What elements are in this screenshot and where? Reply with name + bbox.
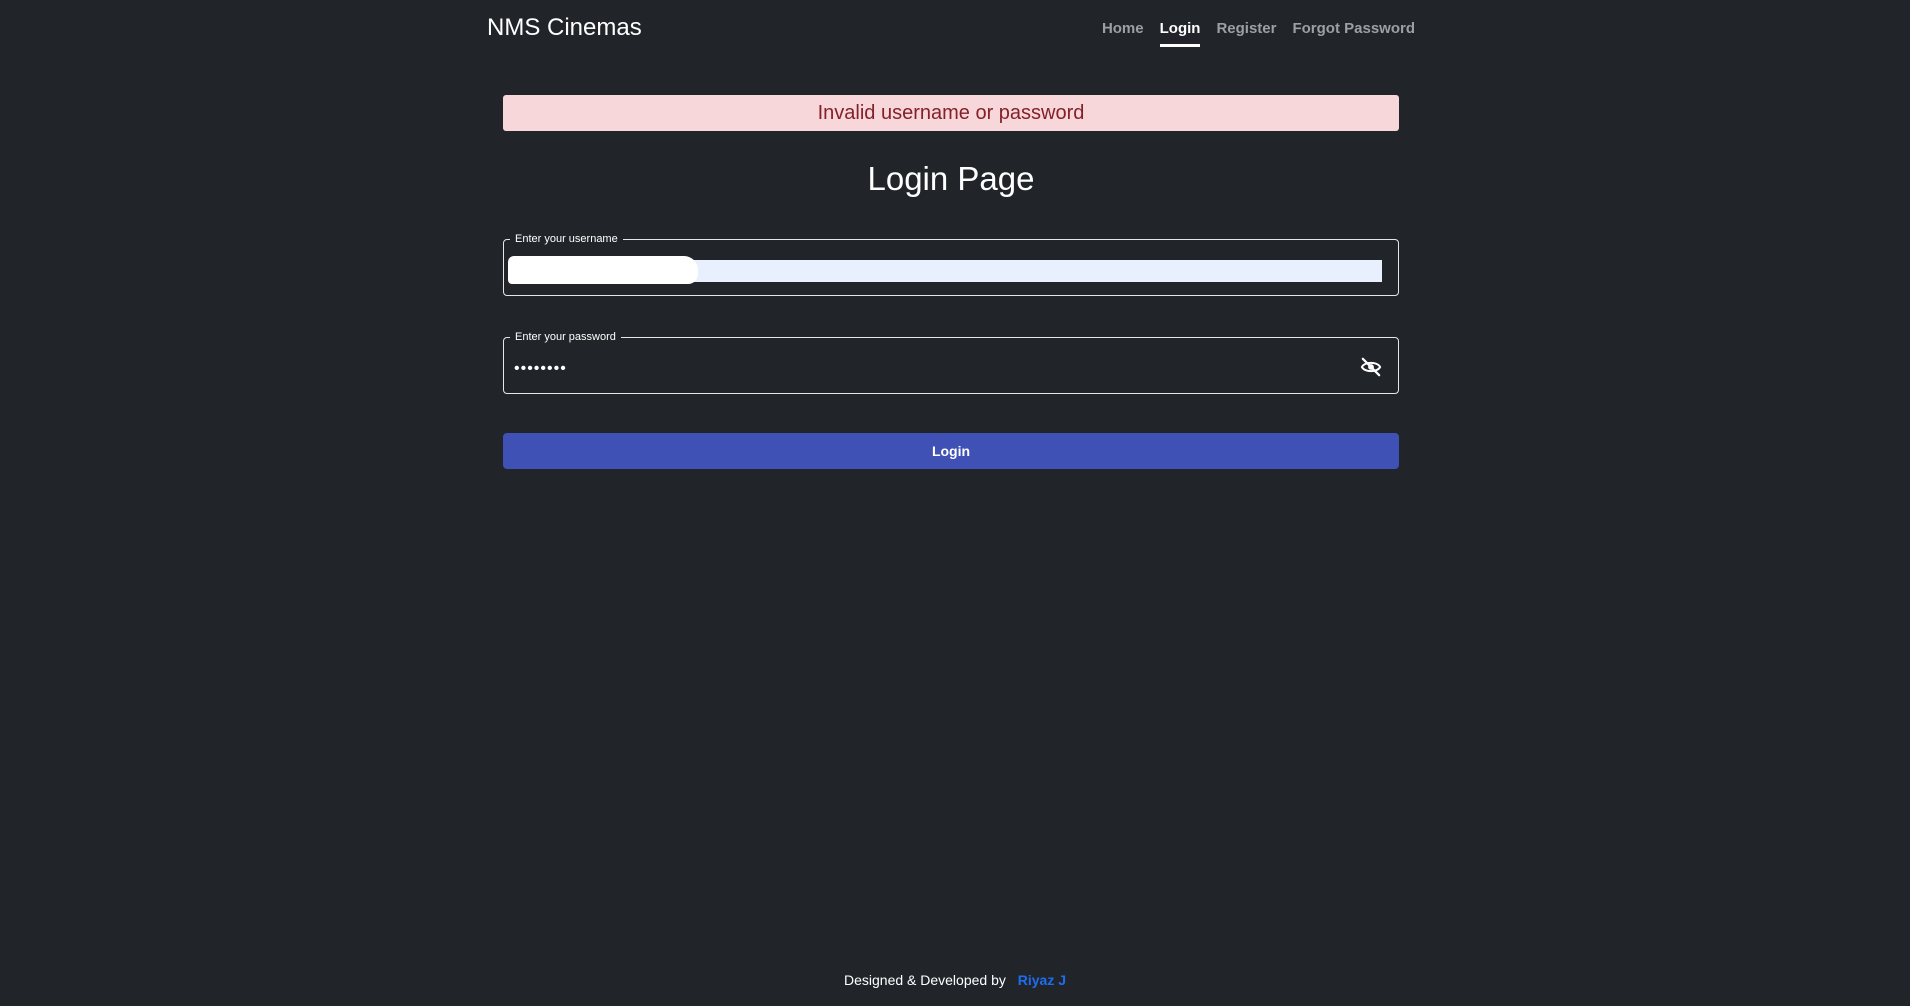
username-label: Enter your username: [510, 232, 623, 246]
password-field: Enter your password: [503, 330, 1399, 394]
error-alert: Invalid username or password: [503, 95, 1399, 131]
redaction-mark: [508, 256, 698, 284]
top-nav: Home Login Register Forgot Password: [1102, 18, 1415, 47]
nav-register[interactable]: Register: [1216, 18, 1276, 47]
login-button[interactable]: Login: [503, 433, 1399, 469]
brand-logo[interactable]: NMS Cinemas: [487, 12, 642, 44]
eye-off-icon[interactable]: [1360, 357, 1382, 377]
footer: Designed & Developed by Riyaz J: [0, 970, 1910, 990]
nav-forgot-password[interactable]: Forgot Password: [1292, 18, 1415, 47]
page: NMS Cinemas Home Login Register Forgot P…: [0, 0, 1910, 1006]
password-input[interactable]: [512, 358, 1332, 380]
page-title: Login Page: [867, 160, 1035, 197]
password-label: Enter your password: [510, 330, 621, 344]
username-field: Enter your username: [503, 232, 1399, 296]
nav-login[interactable]: Login: [1159, 18, 1201, 47]
footer-text: Designed & Developed by: [843, 972, 1006, 988]
footer-author-link[interactable]: Riyaz J: [1018, 972, 1066, 988]
nav-home[interactable]: Home: [1102, 18, 1144, 47]
